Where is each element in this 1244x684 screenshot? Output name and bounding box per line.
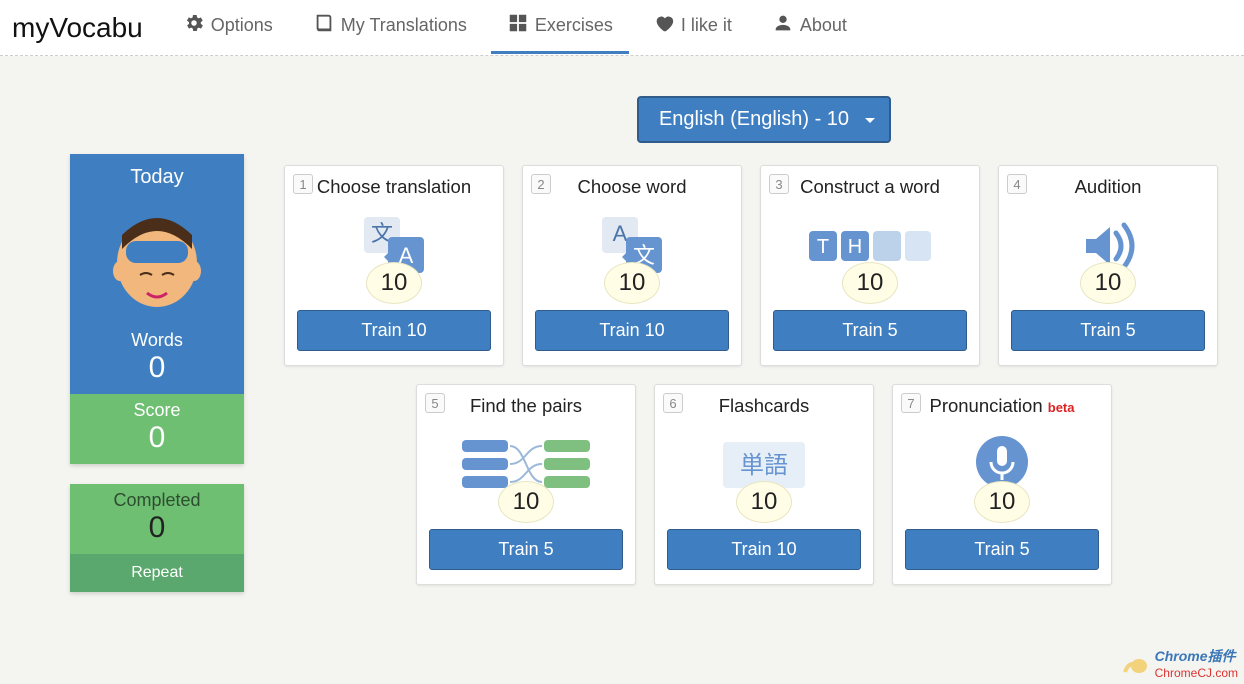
count-badge: 10: [1080, 262, 1136, 304]
train-button[interactable]: Train 10: [667, 529, 861, 570]
nav-label: About: [800, 15, 847, 36]
card-title: Choose word: [535, 176, 729, 198]
svg-text:A: A: [613, 221, 628, 246]
card-number: 3: [769, 174, 789, 194]
completed-label: Completed: [70, 490, 244, 511]
train-button[interactable]: Train 5: [1011, 310, 1205, 351]
nav-options[interactable]: Options: [167, 2, 289, 54]
card-flashcards: 6 Flashcards 単語 10 Train 10: [654, 384, 874, 585]
card-title: Flashcards: [667, 395, 861, 417]
nav: Options My Translations Exercises I like…: [167, 2, 1232, 54]
language-selector[interactable]: English (English) - 10: [637, 96, 891, 143]
words-section: Words 0: [70, 324, 244, 394]
train-button[interactable]: Train 10: [535, 310, 729, 351]
snail-icon: [1121, 652, 1149, 674]
svg-text:単語: 単語: [740, 452, 788, 479]
completed-value: 0: [70, 511, 244, 544]
score-section: Score 0: [70, 394, 244, 464]
train-button[interactable]: Train 5: [429, 529, 623, 570]
watermark-title: Chrome插件: [1155, 646, 1238, 666]
repeat-button[interactable]: Repeat: [70, 554, 244, 592]
words-label: Words: [70, 330, 244, 351]
heart-icon: [653, 12, 675, 39]
book-icon: [313, 12, 335, 39]
today-card: Today Words 0 Score 0: [70, 154, 244, 464]
card-title: Construct a word: [773, 176, 967, 198]
avatar-icon: [70, 197, 244, 324]
repeat-label: Repeat: [131, 564, 183, 581]
nav-about[interactable]: About: [756, 2, 863, 54]
language-label: English (English) - 10: [659, 108, 849, 130]
count-badge: 10: [974, 481, 1030, 523]
pairs-icon: 10: [429, 425, 623, 505]
construct-icon: T H 10: [773, 206, 967, 286]
card-choose-word: 2 Choose word A 文 10 Train 10: [522, 165, 742, 366]
nav-like[interactable]: I like it: [637, 2, 748, 54]
score-label: Score: [70, 400, 244, 421]
card-number: 2: [531, 174, 551, 194]
card-title-text: Pronunciation: [929, 395, 1042, 416]
gear-icon: [183, 12, 205, 39]
card-choose-translation: 1 Choose translation 文 A 10 Train 10: [284, 165, 504, 366]
watermark-url: ChromeCJ.com: [1155, 666, 1238, 680]
card-title: Find the pairs: [429, 395, 623, 417]
brand-title: myVocabu: [12, 12, 143, 44]
today-heading: Today: [70, 154, 244, 197]
train-button[interactable]: Train 5: [905, 529, 1099, 570]
grid-icon: [507, 12, 529, 39]
sidebar: Today Words 0 Score 0: [70, 154, 244, 592]
svg-text:H: H: [848, 236, 862, 258]
svg-text:T: T: [817, 236, 829, 258]
count-badge: 10: [498, 481, 554, 523]
person-icon: [772, 12, 794, 39]
count-badge: 10: [736, 481, 792, 523]
nav-label: My Translations: [341, 15, 467, 36]
main: Today Words 0 Score 0: [0, 56, 1244, 592]
count-badge: 10: [842, 262, 898, 304]
translate-icon: 文 A 10: [297, 206, 491, 286]
header: myVocabu Options My Translations Exercis…: [0, 0, 1244, 56]
count-badge: 10: [366, 262, 422, 304]
nav-label: Options: [211, 15, 273, 36]
train-button[interactable]: Train 10: [297, 310, 491, 351]
train-button[interactable]: Train 5: [773, 310, 967, 351]
card-number: 7: [901, 393, 921, 413]
exercise-row-1: 1 Choose translation 文 A 10 Train 10 2: [284, 165, 1244, 366]
nav-exercises[interactable]: Exercises: [491, 2, 629, 54]
count-badge: 10: [604, 262, 660, 304]
card-audition: 4 Audition 10 Train 5: [998, 165, 1218, 366]
card-title: Pronunciation beta: [905, 395, 1099, 417]
nav-label: I like it: [681, 15, 732, 36]
card-title: Audition: [1011, 176, 1205, 198]
card-find-pairs: 5 Find the pairs 10: [416, 384, 636, 585]
flashcard-icon: 単語 10: [667, 425, 861, 505]
card-number: 4: [1007, 174, 1027, 194]
card-title: Choose translation: [297, 176, 491, 198]
card-pronunciation: 7 Pronunciation beta 10 Train 5: [892, 384, 1112, 585]
card-construct-word: 3 Construct a word T H 10 Train 5: [760, 165, 980, 366]
nav-label: Exercises: [535, 15, 613, 36]
words-value: 0: [70, 351, 244, 384]
content: English (English) - 10 1 Choose translat…: [284, 96, 1244, 592]
score-value: 0: [70, 421, 244, 454]
card-number: 6: [663, 393, 683, 413]
beta-badge: beta: [1048, 400, 1075, 415]
completed-card: Completed 0 Repeat: [70, 484, 244, 592]
card-number: 5: [425, 393, 445, 413]
watermark: Chrome插件 ChromeCJ.com: [1121, 646, 1238, 680]
word-icon: A 文 10: [535, 206, 729, 286]
nav-translations[interactable]: My Translations: [297, 2, 483, 54]
exercise-row-2: 5 Find the pairs 10: [284, 384, 1244, 585]
speaker-icon: 10: [1011, 206, 1205, 286]
microphone-icon: 10: [905, 425, 1099, 505]
card-number: 1: [293, 174, 313, 194]
completed-section: Completed 0: [70, 484, 244, 554]
